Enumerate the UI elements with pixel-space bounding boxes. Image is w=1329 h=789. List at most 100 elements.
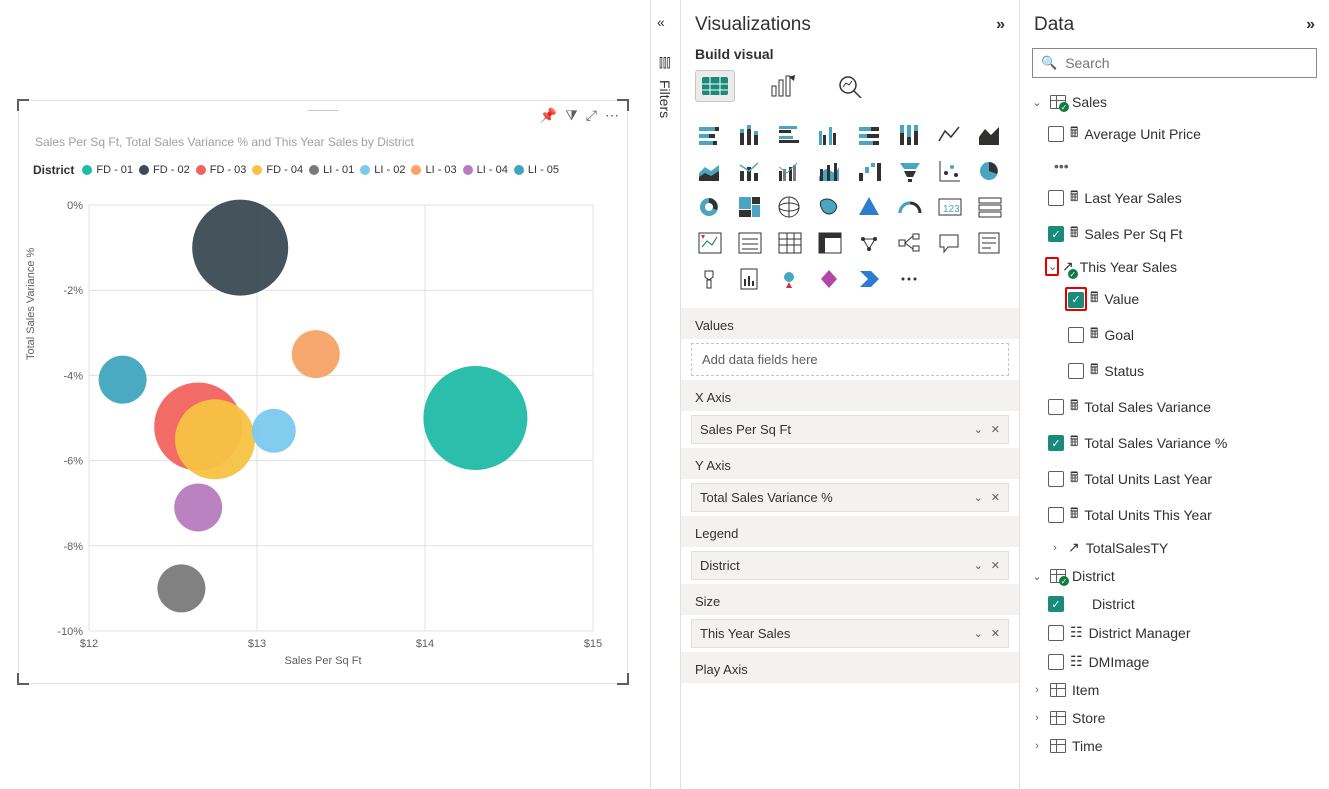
field-district-district[interactable]: District bbox=[1028, 590, 1321, 618]
checkbox[interactable] bbox=[1048, 625, 1064, 641]
values-well-drop[interactable]: Add data fields here bbox=[691, 343, 1009, 376]
field-average-unit-price[interactable]: 🖩 Average Unit Price bbox=[1028, 116, 1321, 152]
build-visual-tab[interactable] bbox=[695, 70, 735, 102]
field-tys-status[interactable]: 🖩 Status bbox=[1028, 353, 1321, 389]
resize-handle-br[interactable] bbox=[617, 673, 629, 685]
resize-handle-tl[interactable] bbox=[17, 99, 29, 111]
viz-line-stacked-column[interactable] bbox=[733, 156, 767, 186]
viz-clustered-bar[interactable] bbox=[773, 120, 807, 150]
more-options-icon[interactable]: ⋯ bbox=[605, 107, 619, 124]
collapse-viz-icon[interactable]: » bbox=[996, 16, 1005, 34]
chevron-down-icon[interactable]: ⌄ bbox=[974, 559, 983, 572]
viz-area[interactable] bbox=[973, 120, 1007, 150]
viz-waterfall[interactable] bbox=[853, 156, 887, 186]
checkbox[interactable] bbox=[1068, 327, 1084, 343]
chevron-down-icon[interactable]: ⌄ bbox=[974, 491, 983, 504]
field-sales-per-sqft[interactable]: 🖩 Sales Per Sq Ft bbox=[1028, 216, 1321, 252]
viz-card[interactable]: 123 bbox=[933, 192, 967, 222]
viz-pie[interactable] bbox=[973, 156, 1007, 186]
scatter-chart-visual[interactable]: 📌 ⧩ ⤢ ⋯ Sales Per Sq Ft, Total Sales Var… bbox=[18, 100, 628, 684]
checkbox-checked[interactable] bbox=[1048, 226, 1064, 242]
report-canvas[interactable]: 📌 ⧩ ⤢ ⋯ Sales Per Sq Ft, Total Sales Var… bbox=[0, 0, 650, 789]
remove-field-icon[interactable]: ✕ bbox=[991, 627, 1000, 640]
viz-decomposition-tree[interactable] bbox=[893, 228, 927, 258]
resize-handle-bl[interactable] bbox=[17, 673, 29, 685]
filter-icon[interactable]: ⧩ bbox=[565, 107, 578, 124]
checkbox-checked[interactable] bbox=[1048, 435, 1064, 451]
viz-stacked-column[interactable] bbox=[733, 120, 767, 150]
field-total-units-last-year[interactable]: 🖩 Total Units Last Year bbox=[1028, 461, 1321, 497]
viz-donut[interactable] bbox=[693, 192, 727, 222]
viz-arcgis[interactable] bbox=[773, 264, 807, 294]
remove-field-icon[interactable]: ✕ bbox=[991, 423, 1000, 436]
checkbox[interactable] bbox=[1048, 190, 1064, 206]
viz-r-visual[interactable] bbox=[853, 228, 887, 258]
more-ellipsis[interactable]: ••• bbox=[1028, 152, 1321, 180]
viz-power-automate[interactable] bbox=[853, 264, 887, 294]
y-axis-pill[interactable]: Total Sales Variance % ⌄✕ bbox=[691, 483, 1009, 512]
viz-matrix[interactable] bbox=[813, 228, 847, 258]
search-input[interactable] bbox=[1065, 55, 1308, 71]
viz-multi-row-card[interactable] bbox=[973, 192, 1007, 222]
viz-funnel[interactable] bbox=[893, 156, 927, 186]
x-axis-pill[interactable]: Sales Per Sq Ft ⌄✕ bbox=[691, 415, 1009, 444]
viz-power-apps[interactable] bbox=[813, 264, 847, 294]
checkbox-checked-highlighted[interactable] bbox=[1068, 292, 1084, 308]
checkbox[interactable] bbox=[1048, 399, 1064, 415]
pin-icon[interactable]: 📌 bbox=[540, 107, 557, 124]
field-total-sales-variance[interactable]: 🖩 Total Sales Variance bbox=[1028, 389, 1321, 425]
field-total-sales-ty[interactable]: › ↗ TotalSalesTY bbox=[1028, 533, 1321, 562]
viz-filled-map[interactable] bbox=[813, 192, 847, 222]
size-pill[interactable]: This Year Sales ⌄✕ bbox=[691, 619, 1009, 648]
expand-caret-highlighted[interactable]: ⌄ bbox=[1045, 257, 1059, 276]
chevron-down-icon[interactable]: ⌄ bbox=[974, 627, 983, 640]
visual-drag-handle[interactable] bbox=[308, 107, 338, 111]
remove-field-icon[interactable]: ✕ bbox=[991, 491, 1000, 504]
viz-100-stacked-bar[interactable] bbox=[853, 120, 887, 150]
chevron-down-icon[interactable]: ⌄ bbox=[974, 423, 983, 436]
checkbox[interactable] bbox=[1048, 654, 1064, 670]
checkbox[interactable] bbox=[1068, 363, 1084, 379]
checkbox[interactable] bbox=[1048, 126, 1064, 142]
collapse-data-icon[interactable]: » bbox=[1306, 16, 1315, 34]
format-visual-tab[interactable] bbox=[763, 70, 803, 102]
checkbox-checked[interactable] bbox=[1048, 596, 1064, 612]
search-box[interactable]: 🔍 bbox=[1032, 48, 1317, 78]
field-district-manager[interactable]: ☷ District Manager bbox=[1028, 618, 1321, 647]
viz-gauge[interactable] bbox=[893, 192, 927, 222]
viz-stacked-bar[interactable] bbox=[693, 120, 727, 150]
viz-goals[interactable] bbox=[693, 264, 727, 294]
checkbox[interactable] bbox=[1048, 507, 1064, 523]
viz-stacked-area[interactable] bbox=[693, 156, 727, 186]
remove-field-icon[interactable]: ✕ bbox=[991, 559, 1000, 572]
table-item[interactable]: › Item bbox=[1028, 676, 1321, 704]
viz-100-stacked-column[interactable] bbox=[893, 120, 927, 150]
table-time[interactable]: › Time bbox=[1028, 732, 1321, 760]
expand-filters-icon[interactable]: « bbox=[657, 14, 665, 30]
table-store[interactable]: › Store bbox=[1028, 704, 1321, 732]
viz-clustered-column[interactable] bbox=[813, 120, 847, 150]
focus-mode-icon[interactable]: ⤢ bbox=[586, 107, 597, 124]
viz-line-clustered-column[interactable] bbox=[773, 156, 807, 186]
viz-kpi[interactable] bbox=[693, 228, 727, 258]
legend-pill[interactable]: District ⌄✕ bbox=[691, 551, 1009, 580]
viz-slicer[interactable] bbox=[733, 228, 767, 258]
field-total-sales-variance-pct[interactable]: 🖩 Total Sales Variance % bbox=[1028, 425, 1321, 461]
viz-scatter[interactable] bbox=[933, 156, 967, 186]
viz-azure-map[interactable] bbox=[853, 192, 887, 222]
table-sales[interactable]: ⌄ Sales bbox=[1028, 88, 1321, 116]
filters-pane-collapsed[interactable]: « ⫿⫿⫿ Filters bbox=[650, 0, 680, 789]
viz-paginated-report[interactable] bbox=[733, 264, 767, 294]
viz-table[interactable] bbox=[773, 228, 807, 258]
viz-qna[interactable] bbox=[933, 228, 967, 258]
field-last-year-sales[interactable]: 🖩 Last Year Sales bbox=[1028, 180, 1321, 216]
field-dm-image[interactable]: ☷ DMImage bbox=[1028, 647, 1321, 676]
viz-treemap[interactable] bbox=[733, 192, 767, 222]
viz-map[interactable] bbox=[773, 192, 807, 222]
viz-smart-narrative[interactable] bbox=[973, 228, 1007, 258]
field-tys-goal[interactable]: 🖩 Goal bbox=[1028, 317, 1321, 353]
checkbox[interactable] bbox=[1048, 471, 1064, 487]
field-tys-value[interactable]: 🖩 Value bbox=[1028, 281, 1321, 317]
viz-line[interactable] bbox=[933, 120, 967, 150]
analytics-tab[interactable] bbox=[831, 70, 871, 102]
